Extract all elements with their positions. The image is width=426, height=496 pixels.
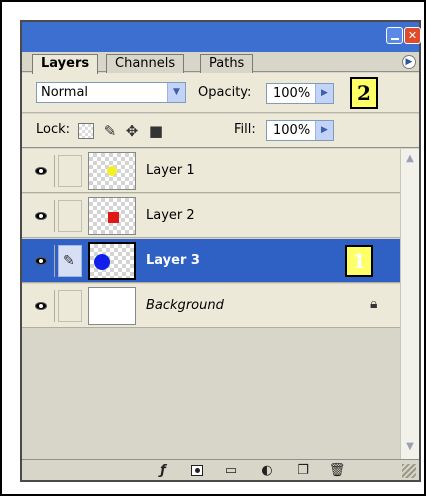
link-toggle[interactable] xyxy=(58,290,82,322)
minimize-icon xyxy=(391,38,399,40)
fill-label: Fill: xyxy=(234,122,256,137)
opacity-label: Opacity: xyxy=(198,85,252,100)
lock-label: Lock: xyxy=(36,122,71,137)
palette-titlebar: ✕ xyxy=(22,22,421,52)
layer-thumbnail xyxy=(88,287,136,325)
palette-bottom-toolbar: ƒ ▭ ◐ ❐ 🗑︎ xyxy=(22,459,419,480)
resize-grip-icon[interactable] xyxy=(402,464,416,478)
chevron-down-icon[interactable]: ▼ xyxy=(167,83,185,102)
lock-transparency-icon[interactable] xyxy=(78,123,94,139)
layer-thumbnail xyxy=(88,197,136,235)
layer-name: Background xyxy=(146,298,224,313)
blend-mode-value: Normal xyxy=(41,85,89,100)
callout-1: 1 xyxy=(345,245,373,277)
eye-glint xyxy=(39,214,43,218)
layer-row-layer-3[interactable]: ✎ Layer 3 1 xyxy=(22,239,400,283)
tab-strip: Layers Channels Paths ▶ xyxy=(22,52,419,74)
blend-options-row: Normal ▼ Opacity: 100% ▶ 2 xyxy=(22,73,419,113)
minimize-button[interactable] xyxy=(386,27,403,44)
lock-icon: 🔒︎ xyxy=(370,296,378,312)
lock-all-icon[interactable]: ■ xyxy=(148,123,164,139)
lock-position-move-icon[interactable]: ✥ xyxy=(124,123,140,139)
layers-palette: ✕ Layers Channels Paths ▶ Normal ▼ Opaci… xyxy=(20,20,421,482)
lock-image-brush-icon[interactable]: ✎ xyxy=(102,123,118,139)
visibility-eye-icon[interactable] xyxy=(27,200,55,232)
layer-name: Layer 3 xyxy=(146,253,200,268)
link-toggle[interactable] xyxy=(58,155,82,187)
fill-field[interactable]: 100% ▶ xyxy=(266,120,334,141)
tab-channels[interactable]: Channels xyxy=(106,54,185,73)
new-layer-icon[interactable]: ❐ xyxy=(294,462,312,479)
callout-2: 2 xyxy=(350,77,378,109)
layer-row-background[interactable]: Background 🔒︎ xyxy=(22,284,400,328)
layer-row-layer-2[interactable]: Layer 2 xyxy=(22,194,400,238)
tab-paths[interactable]: Paths xyxy=(200,54,254,73)
blend-mode-select[interactable]: Normal ▼ xyxy=(36,82,186,103)
close-button[interactable]: ✕ xyxy=(404,27,421,44)
eye-glint xyxy=(39,304,43,308)
layer-thumbnail xyxy=(88,152,136,190)
link-toggle[interactable] xyxy=(58,200,82,232)
opacity-field[interactable]: 100% ▶ xyxy=(266,83,334,104)
eye-glint xyxy=(39,169,43,173)
link-toggle[interactable]: ✎ xyxy=(58,245,82,277)
scroll-up-icon[interactable]: ▲ xyxy=(403,152,417,166)
yellow-dot-swatch xyxy=(107,166,117,176)
adjustment-layer-icon[interactable]: ◐ xyxy=(258,462,276,479)
fill-slider-arrow-icon[interactable]: ▶ xyxy=(315,121,333,140)
layer-style-icon[interactable]: ƒ xyxy=(154,462,172,479)
play-arrow-icon: ▶ xyxy=(405,57,413,67)
red-square-swatch xyxy=(108,212,119,223)
visibility-eye-icon[interactable] xyxy=(27,245,55,277)
layer-mask-icon[interactable] xyxy=(188,462,206,479)
trash-icon[interactable]: 🗑︎ xyxy=(328,462,346,479)
layer-name: Layer 1 xyxy=(146,163,195,178)
layer-list-scrollbar[interactable]: ▲ ▼ xyxy=(400,149,419,459)
blue-circle-swatch xyxy=(94,254,110,270)
layer-row-layer-1[interactable]: Layer 1 xyxy=(22,149,400,193)
visibility-eye-icon[interactable] xyxy=(27,155,55,187)
mask-glyph xyxy=(191,465,203,476)
tab-layers[interactable]: Layers xyxy=(32,54,99,74)
visibility-eye-icon[interactable] xyxy=(27,290,55,322)
brush-icon: ✎ xyxy=(63,253,75,269)
layer-list: Layer 1 Layer 2 ✎ Layer 3 1 Background 🔒… xyxy=(22,149,419,459)
scroll-down-icon[interactable]: ▼ xyxy=(403,440,417,454)
palette-menu-button[interactable]: ▶ xyxy=(402,55,416,69)
layer-name: Layer 2 xyxy=(146,208,195,223)
fill-value: 100% xyxy=(273,123,311,138)
eye-glint xyxy=(39,259,43,263)
lock-row: Lock: ✎ ✥ ■ Fill: 100% ▶ xyxy=(22,114,419,148)
layer-thumbnail xyxy=(88,242,136,280)
new-group-icon[interactable]: ▭ xyxy=(222,462,240,479)
opacity-value: 100% xyxy=(273,86,311,101)
opacity-slider-arrow-icon[interactable]: ▶ xyxy=(315,84,333,103)
